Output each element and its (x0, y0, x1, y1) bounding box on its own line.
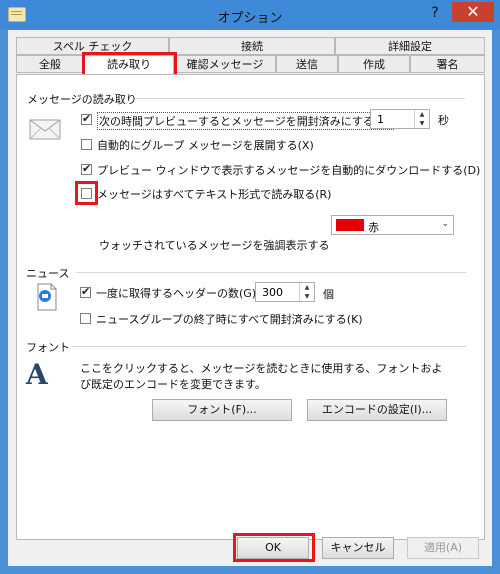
mark-read-after-checkbox[interactable] (81, 112, 92, 125)
tab-general[interactable]: 全般 (16, 55, 84, 73)
mark-read-after-label: 次の時間プレビューするとメッセージを開封済みにする(M) (97, 112, 394, 130)
headers-count-checkbox[interactable] (80, 285, 91, 298)
headers-count-label: 一度に取得するヘッダーの数(G) (96, 287, 257, 300)
expand-group-checkbox[interactable] (81, 139, 92, 150)
down-arrow-icon[interactable]: ▼ (415, 119, 429, 128)
mark-all-read-checkbox[interactable] (80, 313, 91, 324)
read-plain-text-label: メッセージはすべてテキスト形式で読み取る(R) (97, 188, 332, 201)
headers-unit: 個 (323, 288, 334, 301)
highlight-color-name: 赤 (368, 221, 379, 234)
reading-separator (135, 98, 465, 99)
tab-compose[interactable]: 作成 (338, 55, 410, 73)
title-bar: オプション ? ✕ (0, 0, 500, 30)
tab-receipts[interactable]: 確認メッセージ (174, 55, 276, 73)
expand-group-label: 自動的にグループ メッセージを展開する(X) (97, 139, 314, 152)
auto-download-label: プレビュー ウィンドウで表示するメッセージを自動的にダウンロードする(D) (97, 164, 481, 177)
news-section-title: ニュース (26, 267, 70, 280)
tab-signatures[interactable]: 署名 (410, 55, 485, 73)
news-icon (37, 283, 57, 311)
close-button[interactable]: ✕ (452, 2, 494, 22)
down-arrow-icon[interactable]: ▼ (300, 292, 314, 301)
encoding-settings-button[interactable]: エンコードの設定(I)... (307, 399, 447, 421)
watch-highlight-label: ウォッチされているメッセージを強調表示する (99, 239, 330, 252)
news-separator (76, 272, 466, 273)
auto-download-checkbox[interactable] (81, 162, 92, 175)
seconds-unit: 秒 (438, 114, 449, 127)
highlight-color-select[interactable]: 赤 ⌄ (331, 215, 454, 235)
dialog-body: スペル チェック 接続 詳細設定 全般 読み取り 確認メッセージ 送信 作成 署… (8, 30, 492, 566)
fonts-separator (72, 346, 466, 347)
chevron-down-icon: ⌄ (441, 219, 449, 229)
help-button[interactable]: ? (425, 3, 445, 23)
mark-all-read-label: ニュースグループの終了時にすべて開封済みにする(K) (96, 313, 363, 326)
fonts-description-line1: ここをクリックすると、メッセージを読むときに使用する、フォントおよ (80, 362, 443, 375)
preview-seconds-value: 1 (377, 113, 384, 126)
read-plain-text-checkbox[interactable] (81, 188, 92, 199)
read-panel: メッセージの読み取り 次の時間プレビューするとメッセージを開封済みにする(M) … (16, 74, 485, 540)
color-swatch (336, 219, 364, 231)
cancel-button[interactable]: キャンセル (322, 537, 394, 559)
fonts-section-title: フォント (26, 341, 70, 354)
tab-send[interactable]: 送信 (276, 55, 338, 73)
font-icon: A (26, 358, 48, 391)
up-arrow-icon[interactable]: ▲ (300, 283, 314, 292)
tab-spell-check[interactable]: スペル チェック (16, 37, 169, 55)
tab-read[interactable]: 読み取り (84, 55, 174, 75)
fonts-button[interactable]: フォント(F)... (152, 399, 292, 421)
tab-advanced[interactable]: 詳細設定 (335, 37, 485, 55)
envelope-icon (29, 119, 61, 140)
fonts-description-line2: び既定のエンコードを変更できます。 (80, 378, 266, 391)
apply-button[interactable]: 適用(A) (407, 537, 479, 559)
tab-connection[interactable]: 接続 (169, 37, 335, 55)
up-arrow-icon[interactable]: ▲ (415, 110, 429, 119)
preview-seconds-stepper[interactable]: 1 ▲ ▼ (370, 109, 430, 129)
headers-count-stepper[interactable]: 300 ▲ ▼ (255, 282, 315, 302)
reading-section-title: メッセージの読み取り (27, 93, 137, 106)
headers-count-value: 300 (262, 286, 283, 299)
ok-button[interactable]: OK (237, 537, 309, 559)
